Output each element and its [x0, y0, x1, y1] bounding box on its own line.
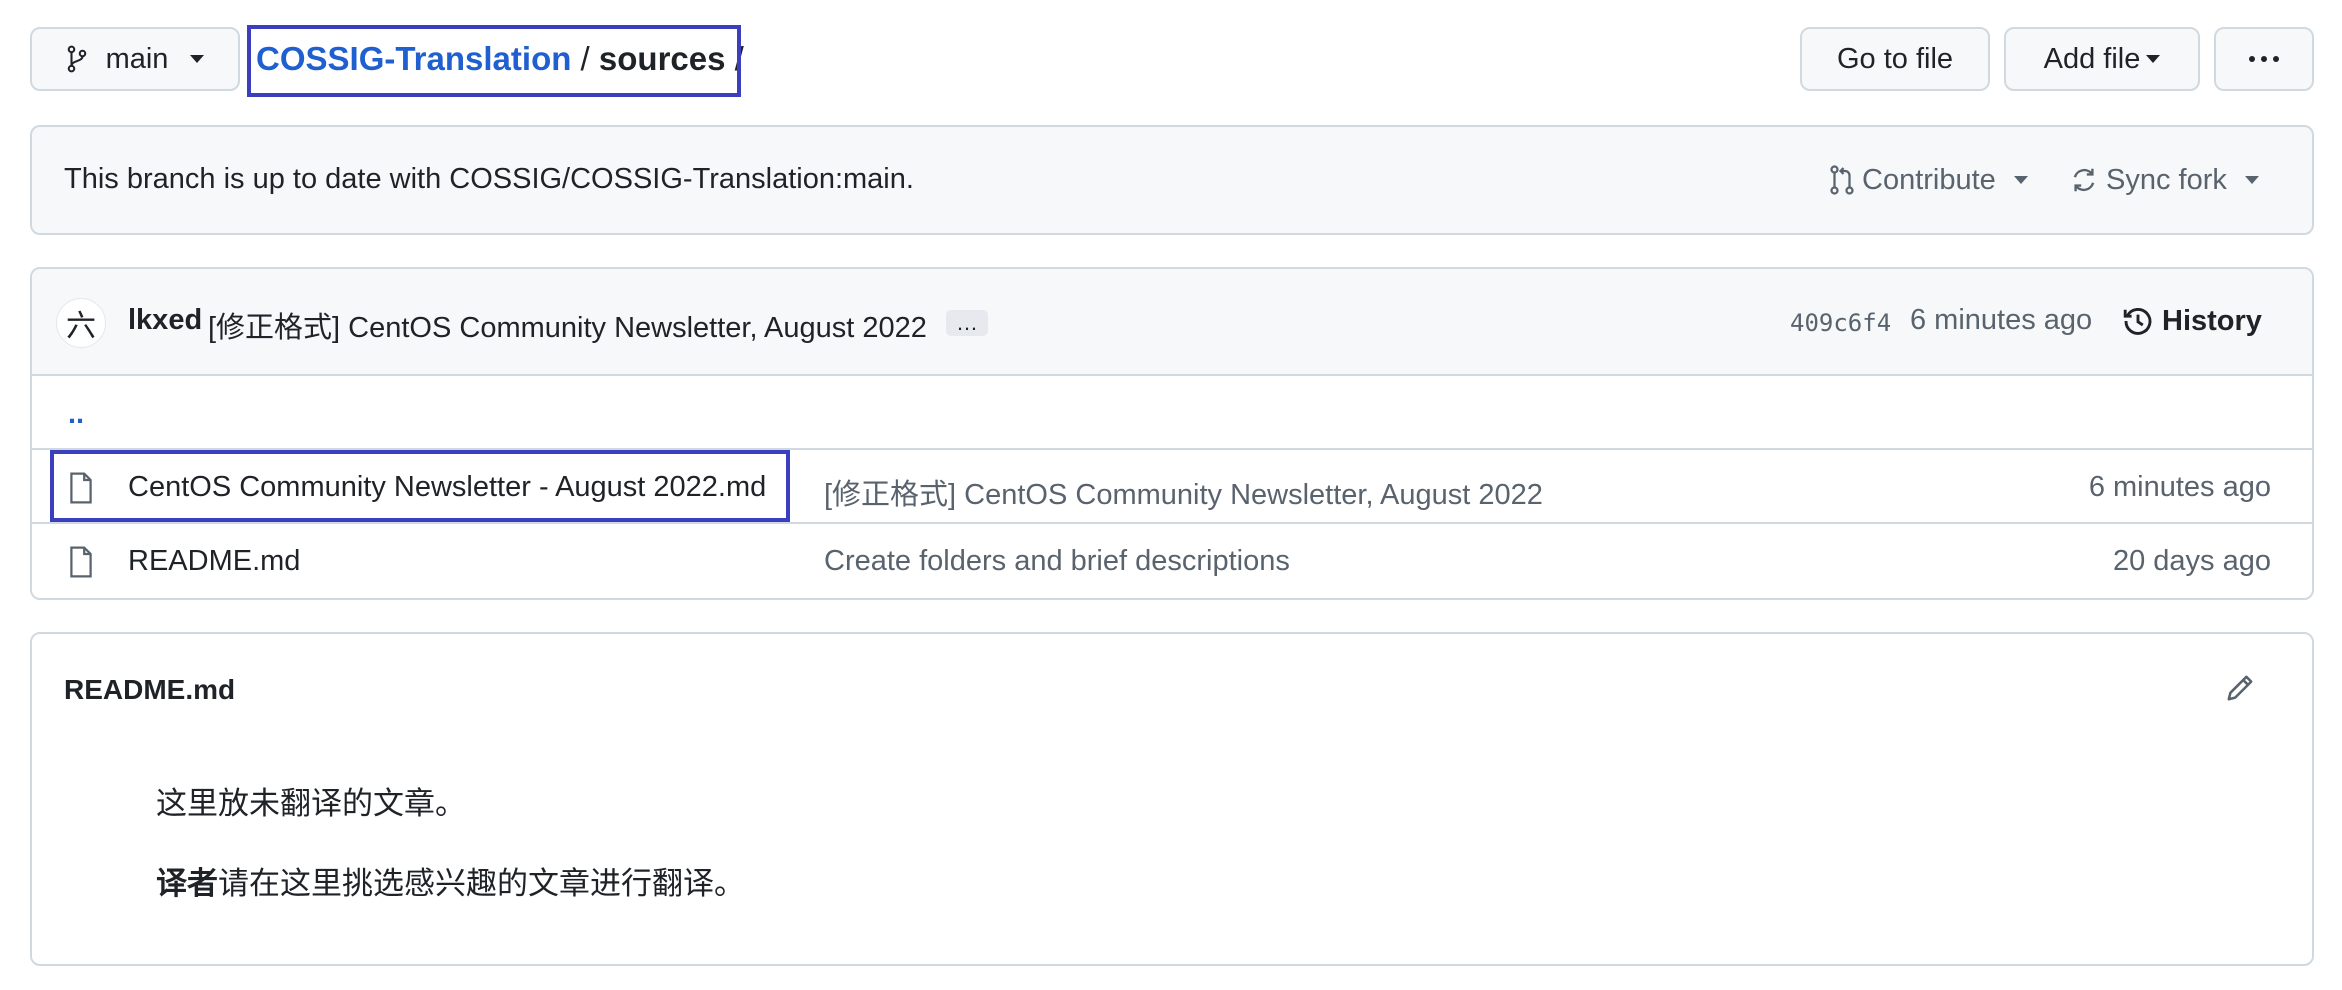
- more-options-button[interactable]: [2214, 27, 2314, 91]
- file-commit-message[interactable]: [修正格式] CentOS Community Newsletter, Augu…: [824, 471, 1543, 513]
- file-commit-time: 20 days ago: [2112, 545, 2271, 577]
- branch-name: main: [105, 42, 169, 75]
- git-branch-icon: [66, 45, 88, 73]
- readme-bold-term: 译者: [156, 866, 218, 901]
- readme-text: 请在这里挑选感兴趣的文章进行翻译。: [218, 866, 745, 901]
- parent-directory-link[interactable]: ..: [68, 398, 84, 431]
- commit-author[interactable]: lkxed: [128, 304, 202, 337]
- commit-time: 6 minutes ago: [1910, 304, 2093, 336]
- pencil-icon[interactable]: [2224, 672, 2256, 704]
- caret-down-icon: [2146, 55, 2161, 63]
- sync-fork-button[interactable]: Sync fork: [2070, 158, 2259, 202]
- file-icon: [68, 546, 94, 578]
- branch-selector[interactable]: main: [30, 27, 240, 91]
- history-label: History: [2162, 304, 2262, 337]
- ellipsis-label: …: [956, 310, 978, 335]
- history-icon: [2122, 305, 2154, 337]
- go-to-file-button[interactable]: Go to file: [1800, 27, 1990, 91]
- add-file-label: Add file: [2043, 42, 2141, 75]
- kebab-icon: [2248, 55, 2280, 63]
- avatar[interactable]: 六: [56, 298, 106, 348]
- caret-down-icon: [190, 55, 205, 63]
- file-commit-message[interactable]: Create folders and brief descriptions: [824, 545, 1290, 578]
- readme-title: README.md: [64, 674, 236, 705]
- fork-status-message: This branch is up to date with COSSIG/CO…: [64, 163, 914, 195]
- go-to-file-label: Go to file: [1836, 42, 1954, 75]
- contribute-label: Contribute: [1862, 163, 1996, 196]
- caret-down-icon: [2013, 176, 2028, 184]
- commit-hash[interactable]: 409c6f4: [1790, 309, 1891, 337]
- history-button[interactable]: History: [2122, 298, 2262, 344]
- commit-ellipsis-button[interactable]: …: [946, 310, 988, 336]
- add-file-button[interactable]: Add file: [2004, 27, 2200, 91]
- pull-request-icon: [1830, 165, 1854, 195]
- commit-message[interactable]: [修正格式] CentOS Community Newsletter, Augu…: [208, 304, 927, 346]
- breadcrumb-highlight-box: [247, 25, 741, 97]
- file-name[interactable]: README.md: [128, 545, 300, 578]
- sync-fork-label: Sync fork: [2106, 163, 2227, 196]
- file-name-highlight-box: [50, 450, 790, 522]
- readme-paragraph: 译者请在这里挑选感兴趣的文章进行翻译。: [156, 858, 745, 903]
- readme-paragraph: 这里放未翻译的文章。: [156, 786, 466, 821]
- contribute-button[interactable]: Contribute: [1830, 158, 2028, 202]
- avatar-glyph: 六: [66, 310, 96, 343]
- divider: [32, 374, 2312, 376]
- caret-down-icon: [2244, 176, 2259, 184]
- file-commit-time: 6 minutes ago: [2088, 471, 2271, 503]
- sync-icon: [2070, 166, 2098, 194]
